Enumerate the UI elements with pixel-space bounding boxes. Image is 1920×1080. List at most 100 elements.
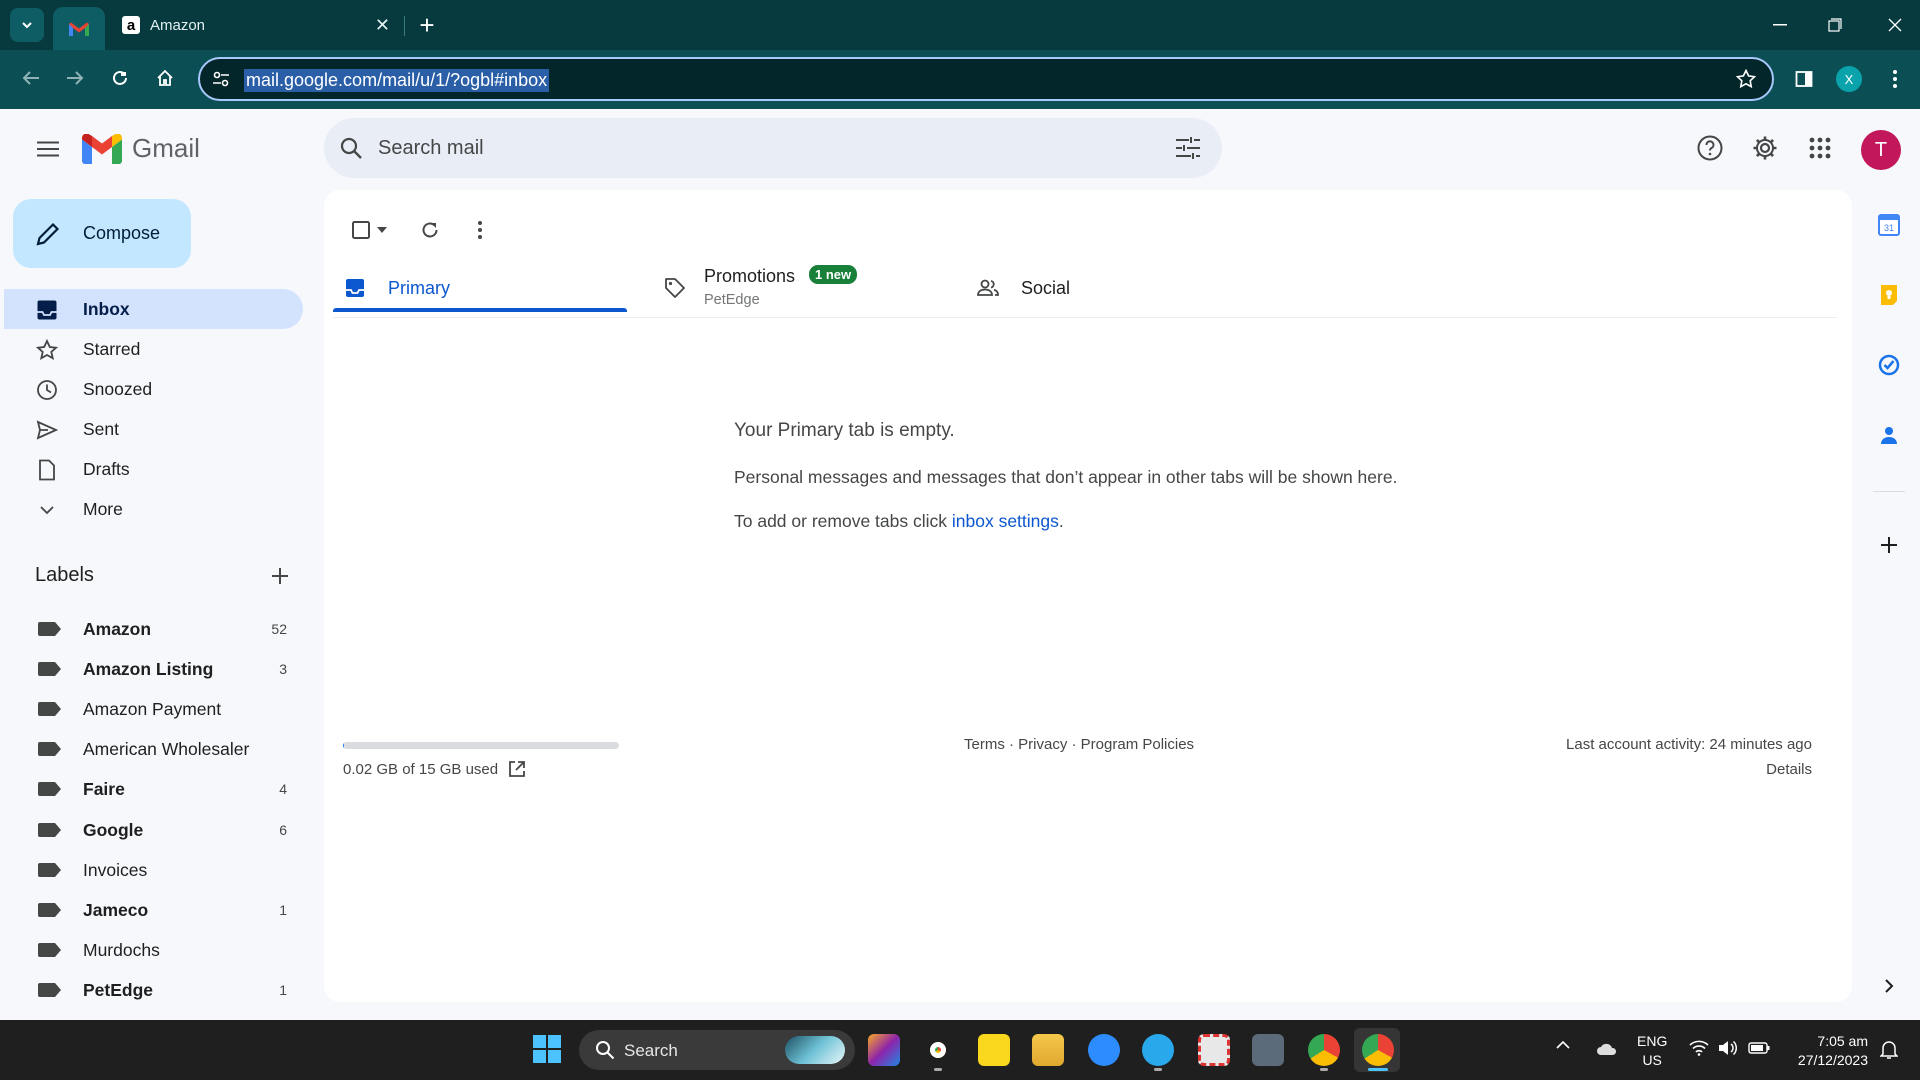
browser-tab-amazon[interactable]: a Amazon ✕ (112, 7, 402, 43)
profile-button[interactable]: X (1836, 66, 1862, 92)
browser-tab-gmail[interactable] (53, 7, 105, 50)
volume-tray-icon[interactable] (1718, 1040, 1738, 1056)
onedrive-tray-icon[interactable] (1596, 1042, 1618, 1056)
empty-state-title: Your Primary tab is empty. (734, 420, 955, 441)
search-options-icon[interactable] (1176, 137, 1200, 159)
reload-button[interactable] (103, 61, 137, 95)
new-tab-button[interactable]: + (412, 10, 442, 40)
label-item[interactable]: American Wholesaler (4, 729, 303, 769)
battery-tray-icon[interactable] (1748, 1042, 1770, 1054)
label-item[interactable]: Amazon Listing 3 (4, 649, 303, 689)
search-icon[interactable] (340, 137, 362, 159)
taskbar-app-chrome-profile-x[interactable] (922, 1034, 954, 1066)
support-button[interactable] (1692, 130, 1728, 166)
draft-icon (39, 459, 55, 481)
chevron-right-icon (1885, 979, 1894, 993)
tab-social[interactable]: Social (964, 252, 1264, 310)
taskbar-app-copilot[interactable] (868, 1034, 900, 1066)
running-indicator-active (1368, 1068, 1388, 1071)
get-addons-button[interactable] (1872, 528, 1906, 562)
tab-promotions[interactable]: Promotions 1 new PetEdge (649, 252, 949, 310)
inbox-icon (346, 279, 364, 297)
taskbar-app-telegram[interactable] (1142, 1034, 1174, 1066)
taskbar-app-zoom[interactable] (1088, 1034, 1120, 1066)
label-item[interactable]: Faire 4 (4, 769, 303, 809)
keep-app-button[interactable] (1872, 278, 1906, 312)
label-item[interactable]: Jameco 1 (4, 890, 303, 930)
label-unread-count: 3 (279, 661, 287, 677)
minimize-button[interactable] (1762, 10, 1798, 40)
taskbar-app-file-explorer[interactable] (1032, 1034, 1064, 1066)
notifications-button[interactable] (1880, 1040, 1898, 1060)
close-window-button[interactable] (1877, 10, 1913, 40)
url-text[interactable]: mail.google.com/mail/u/1/?ogbl#inbox (244, 69, 550, 92)
forward-button[interactable] (58, 61, 92, 95)
more-actions-button[interactable] (460, 210, 500, 250)
label-name: Faire (83, 778, 125, 799)
home-button[interactable] (148, 61, 182, 95)
tasks-icon (1878, 354, 1900, 376)
taskbar-clock[interactable]: 7:05 am 27/12/2023 (1788, 1032, 1868, 1070)
nav-item-sent[interactable]: Sent (4, 409, 303, 449)
main-menu-button[interactable] (30, 131, 66, 167)
calendar-app-button[interactable]: 31 (1872, 208, 1906, 242)
start-button[interactable] (532, 1034, 564, 1066)
taskbar-search[interactable]: Search (579, 1030, 855, 1070)
taskbar-app-snipping-tool[interactable] (1198, 1034, 1230, 1066)
inbox-settings-link[interactable]: inbox settings (952, 511, 1059, 531)
gmail-favicon-icon (69, 22, 89, 36)
refresh-button[interactable] (410, 210, 450, 250)
select-checkbox[interactable] (344, 210, 394, 250)
clock-icon (37, 380, 57, 400)
gmail-logo[interactable]: Gmail (82, 133, 200, 164)
create-label-button[interactable] (268, 564, 292, 588)
tasks-app-button[interactable] (1872, 348, 1906, 382)
label-item[interactable]: PetEdge 1 (4, 970, 303, 1010)
footer-links[interactable]: Terms · Privacy · Program Policies (964, 736, 1194, 753)
plus-icon (272, 568, 288, 584)
taskbar-app-chrome-active[interactable] (1362, 1034, 1394, 1066)
browser-menu-button[interactable] (1878, 62, 1912, 96)
contacts-app-button[interactable] (1872, 418, 1906, 452)
settings-button[interactable] (1747, 130, 1783, 166)
network-tray-icon[interactable] (1689, 1040, 1709, 1056)
gmail-logo-icon (82, 133, 122, 164)
label-item[interactable]: Murdochs (4, 930, 303, 970)
account-avatar[interactable]: T (1861, 130, 1901, 170)
nav-item-inbox[interactable]: Inbox (4, 289, 303, 329)
nav-item-snoozed[interactable]: Snoozed (4, 369, 303, 409)
back-button[interactable] (14, 61, 48, 95)
last-account-activity: Last account activity: 24 minutes ago (1566, 736, 1812, 753)
taskbar-app-chrome[interactable] (1308, 1034, 1340, 1066)
tab-primary[interactable]: Primary (333, 252, 627, 312)
taskbar-app-calculator[interactable] (1252, 1034, 1284, 1066)
tab-search-button[interactable] (10, 8, 44, 42)
nav-item-drafts[interactable]: Drafts (4, 449, 303, 489)
nav-item-more[interactable]: More (4, 489, 303, 529)
close-tab-icon[interactable]: ✕ (375, 15, 390, 36)
taskbar-app-sticky-notes[interactable] (978, 1034, 1010, 1066)
main-content: Primary Promotions 1 new PetEdge Social … (324, 190, 1852, 1002)
bookmark-star-icon[interactable] (1736, 69, 1756, 89)
hide-side-panel-button[interactable] (1872, 969, 1906, 1003)
compose-button[interactable]: Compose (13, 199, 191, 268)
show-hidden-icons-button[interactable] (1556, 1040, 1576, 1060)
activity-details-link[interactable]: Details (1766, 761, 1812, 778)
nav-item-starred[interactable]: Starred (4, 329, 303, 369)
wifi-icon (1689, 1040, 1709, 1056)
input-language-indicator[interactable]: ENG US (1637, 1032, 1667, 1070)
label-item[interactable]: Google 6 (4, 810, 303, 850)
label-item[interactable]: Invoices (4, 850, 303, 890)
label-unread-count: 1 (279, 982, 287, 998)
label-item[interactable]: Amazon Payment (4, 689, 303, 729)
restore-button[interactable] (1817, 10, 1853, 40)
promotions-sender-preview: PetEdge (704, 292, 760, 308)
site-info-icon[interactable] (212, 70, 230, 88)
side-panel-button[interactable] (1787, 62, 1821, 96)
address-bar[interactable]: mail.google.com/mail/u/1/?ogbl#inbox (198, 57, 1774, 101)
open-in-new-icon[interactable] (507, 759, 527, 779)
label-item[interactable]: Amazon 52 (4, 609, 303, 649)
google-apps-button[interactable] (1802, 130, 1838, 166)
caret-down-icon (377, 227, 387, 233)
search-mail-field[interactable]: Search mail (324, 118, 1222, 178)
